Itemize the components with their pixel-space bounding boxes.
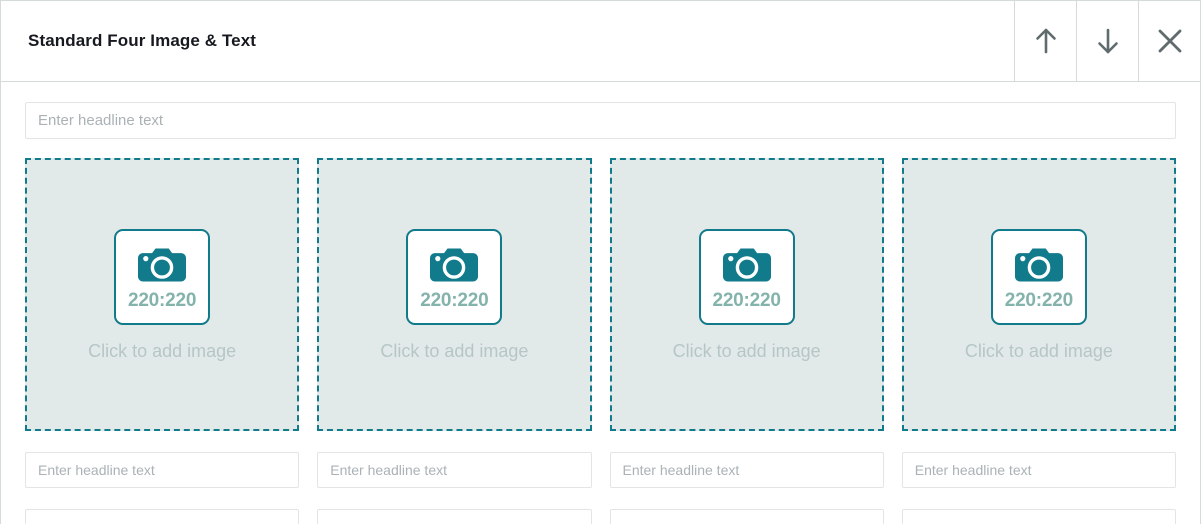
main-headline-row [14,102,1187,139]
ratio-chip-4: 220:220 [990,229,1087,325]
ratio-chip-3: 220:220 [698,229,795,325]
camera-icon [136,245,188,285]
caption-row-4 [901,452,1176,488]
caption-row-2 [317,452,592,488]
close-button[interactable] [1138,1,1200,81]
image-dropzone-4[interactable]: 220:220 Click to add image [901,158,1176,431]
ratio-label: 220:220 [420,289,489,311]
image-dropzone-2[interactable]: 220:220 Click to add image [317,158,592,431]
header-actions [1014,1,1200,81]
ratio-label: 220:220 [127,289,197,311]
column-headline-input-2[interactable] [317,452,592,488]
arrow-up-icon [1029,24,1063,58]
column-4: 220:220 Click to add image [901,158,1176,524]
ratio-label: 220:220 [712,289,781,311]
column-body-input-1[interactable] [25,509,300,524]
module-card: Standard Four Image & Text Enter headlin… [0,0,1201,524]
ratio-chip-2: 220:220 [406,229,503,325]
column-headline-input-1[interactable] [25,452,300,488]
image-dropzone-3[interactable]: 220:220 Click to add image [609,158,884,431]
column-2: 220:220 Click to add image [317,158,592,524]
close-icon [1153,24,1187,58]
caption-row-3 [609,452,884,488]
column-body-input-2[interactable] [317,509,592,524]
column-3: 220:220 Click to add image [609,158,884,524]
body-row-3 [609,509,884,524]
dropzone-prompt: Click to add image [964,341,1113,361]
dropzone-prompt: Click to add image [88,341,237,361]
body-row-2 [317,509,592,524]
ratio-label: 220:220 [1004,289,1074,311]
columns-grid: 220:220 Click to add image Enter headlin… [14,158,1187,524]
ratio-chip-1: 220:220 [114,229,211,325]
caption-row-1 [25,452,300,488]
image-dropzone-1[interactable]: 220:220 Click to add image [25,158,300,431]
camera-icon [1013,245,1065,285]
page-title: Standard Four Image & Text [28,31,257,50]
dropzone-prompt: Click to add image [380,341,529,361]
camera-icon [721,245,773,285]
module-body: 220:220 Click to add image [1,82,1200,524]
column-body-input-4[interactable] [901,509,1176,524]
dropzone-prompt: Click to add image [672,341,821,361]
column-headline-input-4[interactable] [901,452,1176,488]
module-header: Standard Four Image & Text [1,1,1200,82]
move-down-button[interactable] [1076,1,1138,81]
body-row-1 [25,509,300,524]
move-up-button[interactable] [1014,1,1076,81]
column-body-input-3[interactable] [609,509,884,524]
camera-icon [428,245,480,285]
column-1: 220:220 Click to add image [25,158,300,524]
arrow-down-icon [1091,24,1125,58]
body-row-4 [901,509,1176,524]
column-headline-input-3[interactable] [609,452,884,488]
main-headline-input[interactable] [25,102,1176,139]
